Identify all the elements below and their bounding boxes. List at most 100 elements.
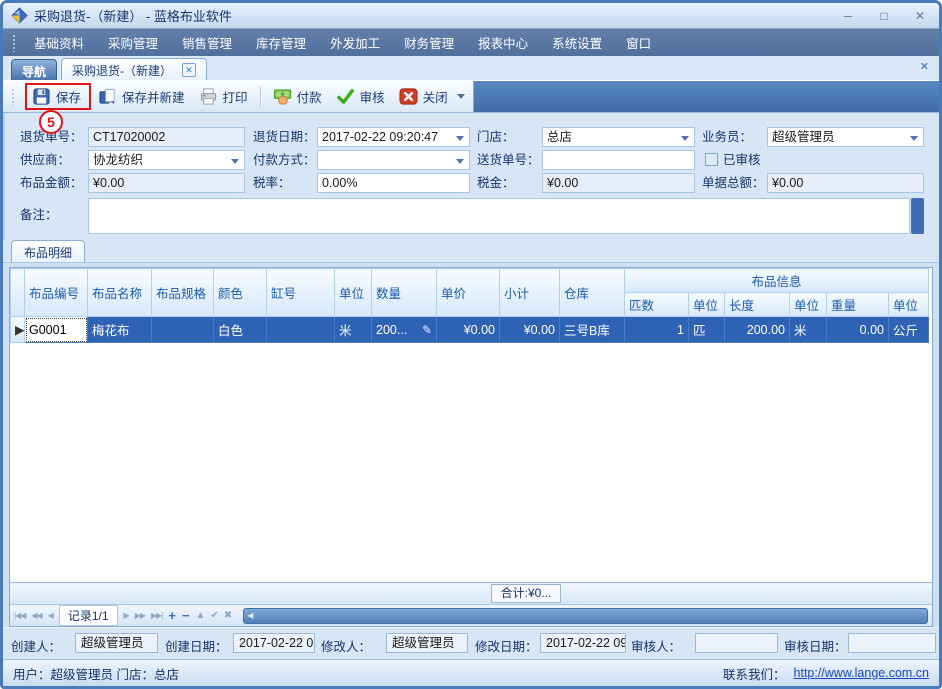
close-form-button[interactable]: 关闭 <box>392 84 455 109</box>
nav-cancel-button[interactable]: ✖ <box>224 610 231 621</box>
website-link[interactable]: http://www.lange.com.cn <box>794 666 929 680</box>
menu-outsourcing[interactable]: 外发加工 <box>318 28 392 57</box>
print-icon <box>199 87 218 106</box>
payment-button[interactable]: 付款 <box>266 84 329 109</box>
toolbar-filler <box>473 81 939 112</box>
header-pieces[interactable]: 匹数 <box>625 293 689 317</box>
tab-purchase-return[interactable]: 采购退货-（新建） ✕ <box>61 58 207 80</box>
menu-finance[interactable]: 财务管理 <box>392 28 466 57</box>
tax-rate-label: 税率： <box>253 173 291 193</box>
nav-first-button[interactable]: |◀◀ <box>14 611 25 620</box>
doc-total-label: 单据总额： <box>702 173 765 193</box>
row-indicator-icon: ▶ <box>11 317 25 343</box>
delivery-no-field[interactable] <box>542 150 695 170</box>
app-logo-icon <box>11 7 28 24</box>
menu-bar: 基础资料 采购管理 销售管理 库存管理 外发加工 财务管理 报表中心 系统设置 … <box>3 28 939 56</box>
menu-purchase[interactable]: 采购管理 <box>96 28 170 57</box>
toolbar-grip <box>11 88 16 106</box>
modifier-field: 超级管理员 <box>386 633 468 653</box>
close-button[interactable]: ✕ <box>909 9 931 23</box>
header-weight[interactable]: 重量 <box>827 293 889 317</box>
menu-window[interactable]: 窗口 <box>614 28 663 57</box>
header-indicator <box>11 269 25 317</box>
toolbar-dropdown-caret-icon[interactable] <box>457 94 465 99</box>
header-fabric-name[interactable]: 布品名称 <box>88 269 152 317</box>
creator-label: 创建人： <box>11 636 61 655</box>
menu-system-settings[interactable]: 系统设置 <box>540 28 614 57</box>
tabstrip-close-icon[interactable]: ✕ <box>920 60 929 73</box>
cell-unit-price[interactable]: ¥0.00 <box>437 317 500 343</box>
store-combo[interactable]: 总店 <box>542 127 695 147</box>
modifier-label: 修改人： <box>321 636 371 655</box>
header-subtotal[interactable]: 小计 <box>500 269 560 317</box>
remark-textarea[interactable] <box>88 198 910 234</box>
cell-pieces-unit[interactable]: 匹 <box>689 317 725 343</box>
header-pieces-unit[interactable]: 单位 <box>689 293 725 317</box>
detail-grid-area: 布品编号 布品名称 布品规格 颜色 缸号 单位 数量 单价 小计 仓库 布品信息… <box>3 263 939 627</box>
tab-fabric-detail[interactable]: 布品明细 <box>11 240 85 262</box>
tab-navigation[interactable]: 导航 <box>11 59 57 80</box>
header-unit-price[interactable]: 单价 <box>437 269 500 317</box>
nav-next-page-button[interactable]: ▶▶ <box>135 611 145 620</box>
cell-fabric-spec[interactable] <box>152 317 214 343</box>
header-fabric-code[interactable]: 布品编号 <box>25 269 88 317</box>
header-weight-unit[interactable]: 单位 <box>889 293 929 317</box>
nav-edit-button[interactable]: ▲ <box>196 610 205 621</box>
header-unit[interactable]: 单位 <box>335 269 372 317</box>
header-warehouse[interactable]: 仓库 <box>560 269 625 317</box>
cell-vat-no[interactable] <box>267 317 335 343</box>
menu-inventory[interactable]: 库存管理 <box>244 28 318 57</box>
header-vat-no[interactable]: 缸号 <box>267 269 335 317</box>
header-fabric-info-group: 布品信息 <box>625 269 929 293</box>
cell-color[interactable]: 白色 <box>214 317 267 343</box>
print-button[interactable]: 打印 <box>192 84 255 109</box>
nav-next-button[interactable]: ▶ <box>124 611 129 620</box>
payment-method-combo[interactable] <box>317 150 470 170</box>
header-color[interactable]: 颜色 <box>214 269 267 317</box>
nav-delete-button[interactable]: − <box>182 608 190 623</box>
salesman-combo[interactable]: 超级管理员 <box>767 127 924 147</box>
edit-pencil-icon[interactable]: ✎ <box>422 323 432 337</box>
cell-fabric-name[interactable]: 梅花布 <box>88 317 152 343</box>
cell-warehouse[interactable]: 三号B库 <box>560 317 625 343</box>
header-quantity[interactable]: 数量 <box>372 269 437 317</box>
horizontal-scrollbar[interactable]: ◀ <box>243 608 928 624</box>
audit-info-bar: 创建人： 超级管理员 创建日期： 2017-02-22 09 修改人： 超级管理… <box>3 627 939 659</box>
menu-basic-data[interactable]: 基础资料 <box>22 28 96 57</box>
nav-last-button[interactable]: ▶▶| <box>151 611 162 620</box>
remark-scrollbar[interactable] <box>911 198 924 234</box>
cell-fabric-code[interactable]: G0001 <box>25 317 88 343</box>
cell-weight[interactable]: 0.00 <box>827 317 889 343</box>
menu-sales[interactable]: 销售管理 <box>170 28 244 57</box>
scrollbar-left-arrow-icon[interactable]: ◀ <box>247 611 253 620</box>
table-row-selected[interactable]: ▶ G0001 梅花布 白色 米 ✎ 200... ¥0.00 ¥0.00 三号… <box>11 317 929 343</box>
cell-pieces[interactable]: 1 <box>625 317 689 343</box>
create-date-label: 创建日期： <box>165 636 228 655</box>
cell-length[interactable]: 200.00 <box>725 317 790 343</box>
cell-weight-unit[interactable]: 公斤 <box>889 317 929 343</box>
return-date-combo[interactable]: 2017-02-22 09:20:47 <box>317 127 470 147</box>
cell-quantity[interactable]: ✎ 200... <box>372 317 437 343</box>
nav-post-button[interactable]: ✔ <box>211 610 218 621</box>
tab-close-icon[interactable]: ✕ <box>182 63 196 77</box>
header-fabric-spec[interactable]: 布品规格 <box>152 269 214 317</box>
cell-subtotal[interactable]: ¥0.00 <box>500 317 560 343</box>
tab-purchase-return-label: 采购退货-（新建） <box>72 62 172 79</box>
maximize-button[interactable]: □ <box>873 9 895 23</box>
nav-prior-page-button[interactable]: ◀◀ <box>31 611 41 620</box>
supplier-combo[interactable]: 协龙纺织 <box>88 150 245 170</box>
cell-length-unit[interactable]: 米 <box>790 317 827 343</box>
tax-rate-field[interactable]: 0.00% <box>317 173 470 193</box>
save-button[interactable]: 保存 <box>25 83 91 110</box>
audited-checkbox[interactable] <box>705 153 718 166</box>
audit-button[interactable]: 审核 <box>329 84 392 109</box>
minimize-button[interactable]: ─ <box>837 9 859 23</box>
cell-unit[interactable]: 米 <box>335 317 372 343</box>
nav-append-button[interactable]: + <box>168 608 176 623</box>
audit-check-icon <box>336 87 355 106</box>
save-and-new-button[interactable]: 保存并新建 <box>91 84 192 109</box>
menu-reports[interactable]: 报表中心 <box>466 28 540 57</box>
header-length[interactable]: 长度 <box>725 293 790 317</box>
header-length-unit[interactable]: 单位 <box>790 293 827 317</box>
nav-prior-button[interactable]: ◀ <box>48 611 53 620</box>
